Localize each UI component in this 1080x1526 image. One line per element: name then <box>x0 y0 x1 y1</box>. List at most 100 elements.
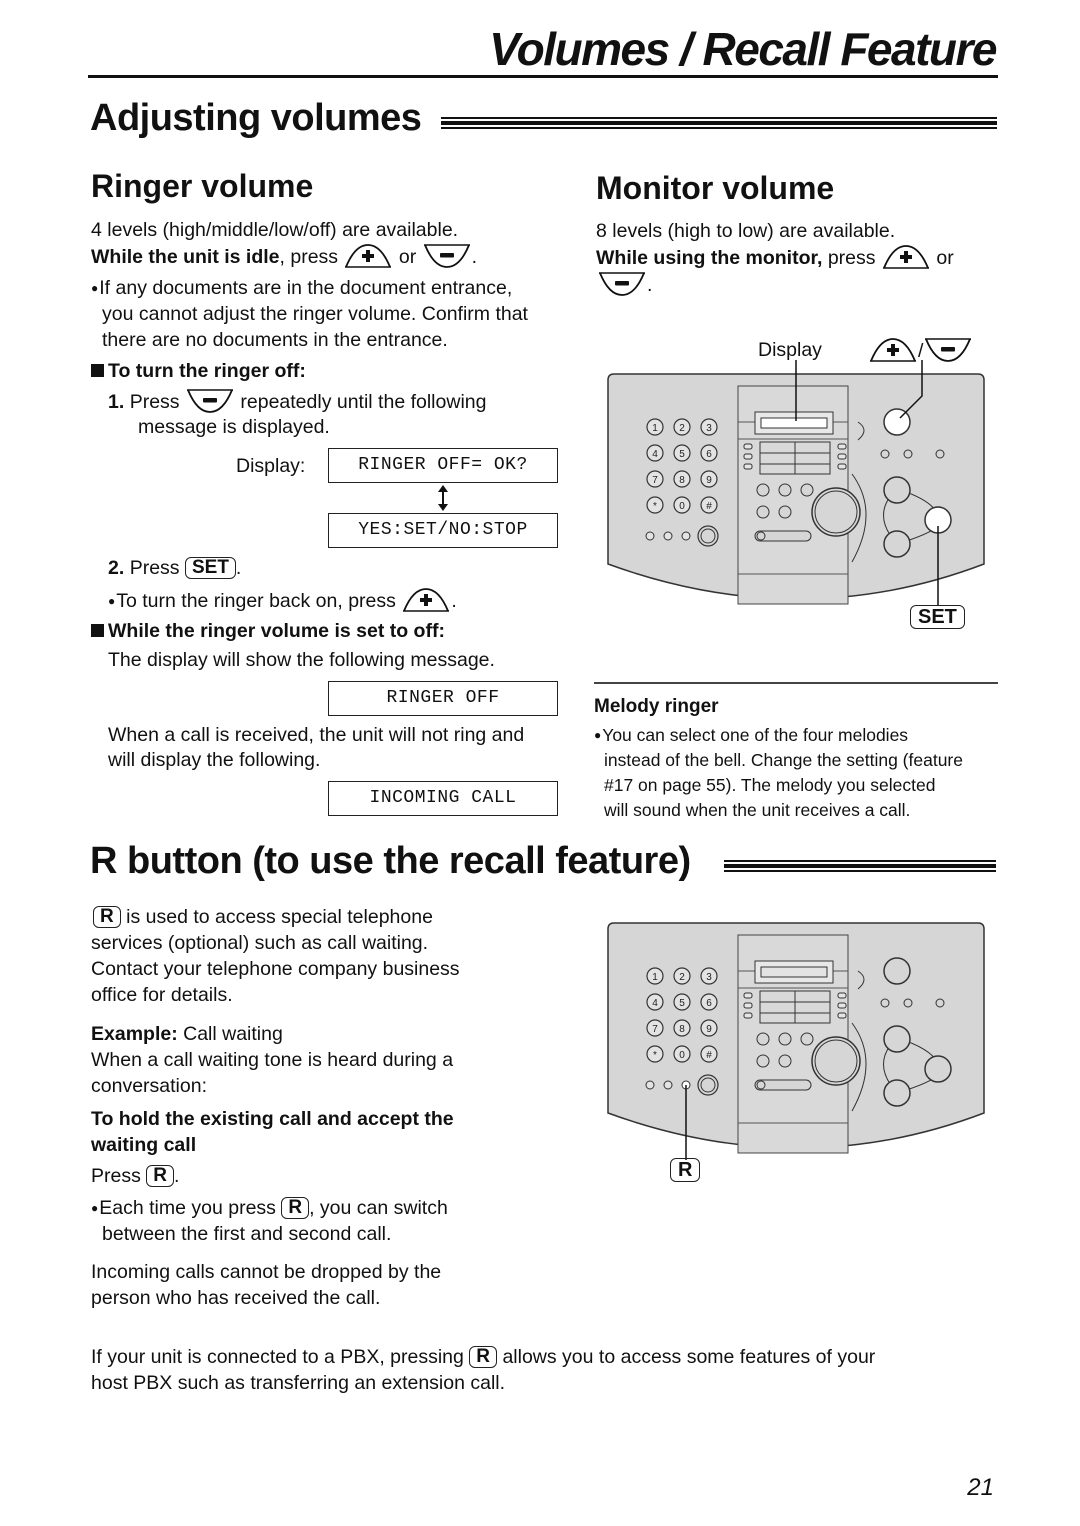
title-rule <box>88 75 998 78</box>
function-button <box>756 505 770 519</box>
square-bullet-icon <box>91 624 104 637</box>
melody-ringer-heading: Melody ringer <box>594 696 719 717</box>
lcd-incoming-call: INCOMING CALL <box>328 781 558 816</box>
keypad-label: 6 <box>706 998 712 1009</box>
section-heading-adjusting-volumes: Adjusting volumes <box>90 97 422 139</box>
keypad-label: 3 <box>706 423 712 434</box>
period: . <box>471 246 478 268</box>
press-r-line: Press R. <box>91 1163 179 1189</box>
led-left <box>743 463 753 470</box>
stop-button <box>883 1079 911 1107</box>
ringer-volume-heading: Ringer volume <box>91 168 314 204</box>
volume-down-icon <box>422 243 472 276</box>
keypad-label: 4 <box>652 449 658 460</box>
led-right <box>837 463 847 470</box>
intro-text: is used to access special telephone <box>120 906 433 928</box>
recall-intro-line2: services (optional) such as call waiting… <box>91 932 429 954</box>
display-label: Display: <box>236 455 306 477</box>
page-title: Volumes / Recall Feature <box>489 23 997 75</box>
function-button <box>800 1032 814 1046</box>
keypad-label: * <box>653 501 657 512</box>
while-off-heading: While the ringer volume is set to off: <box>91 618 445 644</box>
ringer-note-line1: If any documents are in the document ent… <box>91 275 512 301</box>
turn-off-label: To turn the ringer off: <box>108 360 306 382</box>
fax-panel-diagram-recall: 1 2 3 4 5 6 7 8 9 * 0 # <box>600 915 992 1200</box>
set-button <box>924 1055 952 1083</box>
lcd-ringer-off: RINGER OFF <box>328 681 558 716</box>
or-text: or <box>936 247 954 269</box>
monitor-levels-text: 8 levels (high to low) are available. <box>596 220 896 242</box>
recall-intro-line3: Contact your telephone company business <box>91 958 460 980</box>
back-on-line: To turn the ringer back on, press . <box>108 587 457 620</box>
pbx-part2: allows you to access some features of yo… <box>502 1346 876 1368</box>
r-callout-key: R <box>670 1158 701 1182</box>
led-right <box>837 1012 847 1019</box>
keypad-label: 3 <box>706 972 712 983</box>
keypad-label: 7 <box>652 475 658 486</box>
volume-up-icon <box>881 244 931 277</box>
pbx-line1: If your unit is connected to a PBX, pres… <box>91 1344 875 1370</box>
volume-up-icon <box>343 243 393 276</box>
function-button <box>756 1032 770 1046</box>
keypad-label: 2 <box>679 423 685 434</box>
call-line2: will display the following. <box>108 749 321 771</box>
function-button <box>778 505 792 519</box>
hold-line1: To hold the existing call and accept the <box>91 1108 454 1130</box>
lcd-yes-no: YES:SET/NO:STOP <box>328 513 558 548</box>
indicator-button <box>880 449 890 459</box>
function-button <box>756 483 770 497</box>
each-time-line2: between the first and second call. <box>102 1223 392 1245</box>
example-bold: Example: <box>91 1023 178 1045</box>
ringer-idle-instruction: While the unit is idle, press or . <box>91 243 477 276</box>
fax-panel-diagram-monitor: 1 2 3 4 5 6 7 8 9 * 0 # <box>600 360 992 645</box>
indicator-button <box>880 998 890 1008</box>
step1-line2: message is displayed. <box>138 416 330 438</box>
while-off-label: While the ringer volume is set to off: <box>108 620 445 642</box>
press-text: Press <box>91 1165 141 1187</box>
monitor-instruction-line2: . <box>597 271 652 304</box>
led-right <box>837 1002 847 1009</box>
indicator-button <box>903 998 913 1008</box>
monitor-button <box>883 957 911 985</box>
led-left <box>743 992 753 999</box>
navigator-dial <box>811 487 861 537</box>
when-line1: When a call waiting tone is heard during… <box>91 1049 454 1071</box>
r-key: R <box>93 906 121 928</box>
set-callout: SET <box>910 605 965 629</box>
or-text: or <box>398 246 417 268</box>
keypad-label: 7 <box>652 1024 658 1035</box>
small-button <box>663 1080 673 1090</box>
keypad-label: 8 <box>679 475 685 486</box>
volume-up-icon <box>401 587 451 620</box>
call-line1: When a call is received, the unit will n… <box>108 724 525 746</box>
set-key: SET <box>184 557 236 579</box>
ringer-note-line3: there are no documents in the entrance. <box>102 329 448 351</box>
indicator-button <box>935 449 945 459</box>
while-off-text: The display will show the following mess… <box>108 649 495 671</box>
hold-line2: waiting call <box>91 1134 197 1156</box>
ringer-note-line2: you cannot adjust the ringer volume. Con… <box>102 303 528 325</box>
r-key: R <box>146 1165 175 1187</box>
ringer-levels-text: 4 levels (high/middle/low/off) are avail… <box>91 219 459 241</box>
pbx-part1: If your unit is connected to a PBX, pres… <box>91 1346 464 1368</box>
keypad-label: 1 <box>652 972 658 983</box>
monitor-volume-heading: Monitor volume <box>596 170 835 206</box>
square-bullet-icon <box>91 364 104 377</box>
keypad-label: # <box>706 1050 712 1061</box>
back-on-text: To turn the ringer back on, press <box>116 590 396 612</box>
start-button <box>883 476 911 504</box>
small-button <box>645 531 655 541</box>
idle-bold: While the unit is idle <box>91 246 280 268</box>
heading-rule <box>441 117 997 131</box>
period: . <box>174 1165 180 1187</box>
page-number: 21 <box>967 1474 994 1501</box>
step1-number: 1. <box>108 391 125 413</box>
led-left <box>743 453 753 460</box>
volume-down-icon <box>597 271 647 304</box>
led-left <box>743 1012 753 1019</box>
melody-line3: #17 on page 55). The melody you selected <box>604 775 936 795</box>
monitor-rest: press <box>822 247 876 269</box>
melody-line1: You can select one of the four melodies <box>594 723 908 748</box>
example-rest: Call waiting <box>177 1023 283 1045</box>
lcd-screen <box>760 966 828 978</box>
